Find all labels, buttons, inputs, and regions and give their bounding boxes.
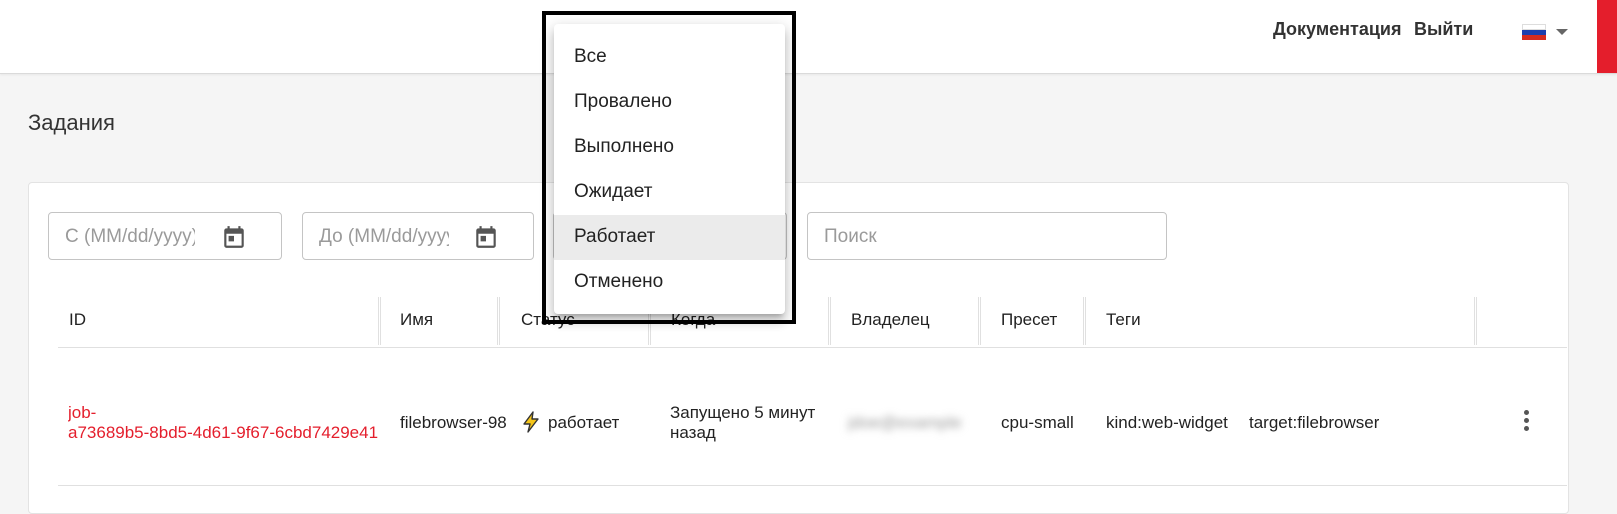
column-header-id[interactable]: ID: [69, 310, 86, 330]
lightning-icon: [523, 411, 539, 433]
column-header-name[interactable]: Имя: [400, 310, 433, 330]
header-divider: [58, 347, 1567, 348]
row-divider: [58, 485, 1567, 486]
job-status: работает: [548, 413, 620, 432]
job-id-line[interactable]: job-: [68, 403, 96, 422]
tag-chip: kind:web-widget: [1106, 413, 1228, 432]
when-text: Запущено 5 минут: [670, 403, 816, 422]
calendar-icon[interactable]: [221, 224, 247, 250]
search-input[interactable]: [824, 225, 1144, 249]
date-from-field[interactable]: [48, 212, 282, 260]
column-resize-handle[interactable]: [497, 297, 500, 345]
calendar-icon[interactable]: [473, 224, 499, 250]
column-resize-handle[interactable]: [1083, 297, 1086, 345]
chevron-down-icon[interactable]: [1556, 29, 1568, 35]
when-text: назад: [670, 423, 716, 442]
top-bar: Документация Выйти: [0, 0, 1617, 74]
logout-link[interactable]: Выйти: [1414, 19, 1473, 40]
job-id-line[interactable]: a73689b5-8bd5-4d61-9f67-6cbd7429e41: [68, 423, 378, 442]
column-resize-handle[interactable]: [1474, 297, 1477, 345]
date-to-input[interactable]: [319, 225, 449, 249]
job-owner: jdoe@example: [848, 413, 962, 432]
more-vert-icon[interactable]: [1524, 410, 1530, 434]
ru-flag-icon[interactable]: [1522, 24, 1546, 40]
column-resize-handle[interactable]: [978, 297, 981, 345]
highlight-frame: [542, 11, 796, 324]
tag-chip: target:filebrowser: [1249, 413, 1380, 432]
column-header-owner[interactable]: Владелец: [851, 310, 930, 330]
search-field[interactable]: [807, 212, 1167, 260]
job-when: Запущено 5 минут назад: [670, 403, 830, 443]
job-name: filebrowser-98: [400, 413, 507, 432]
date-from-input[interactable]: [65, 225, 195, 249]
column-header-preset[interactable]: Пресет: [1001, 310, 1057, 330]
docs-link[interactable]: Документация: [1273, 19, 1401, 40]
column-header-tags[interactable]: Теги: [1106, 310, 1141, 330]
job-id-link[interactable]: job- a73689b5-8bd5-4d61-9f67-6cbd7429e41: [68, 403, 388, 443]
column-resize-handle[interactable]: [828, 297, 831, 345]
accent-strip: [1597, 0, 1617, 73]
date-to-field[interactable]: [302, 212, 534, 260]
page-title: Задания: [28, 110, 115, 135]
job-preset: cpu-small: [1001, 413, 1074, 432]
column-resize-handle[interactable]: [378, 297, 381, 345]
